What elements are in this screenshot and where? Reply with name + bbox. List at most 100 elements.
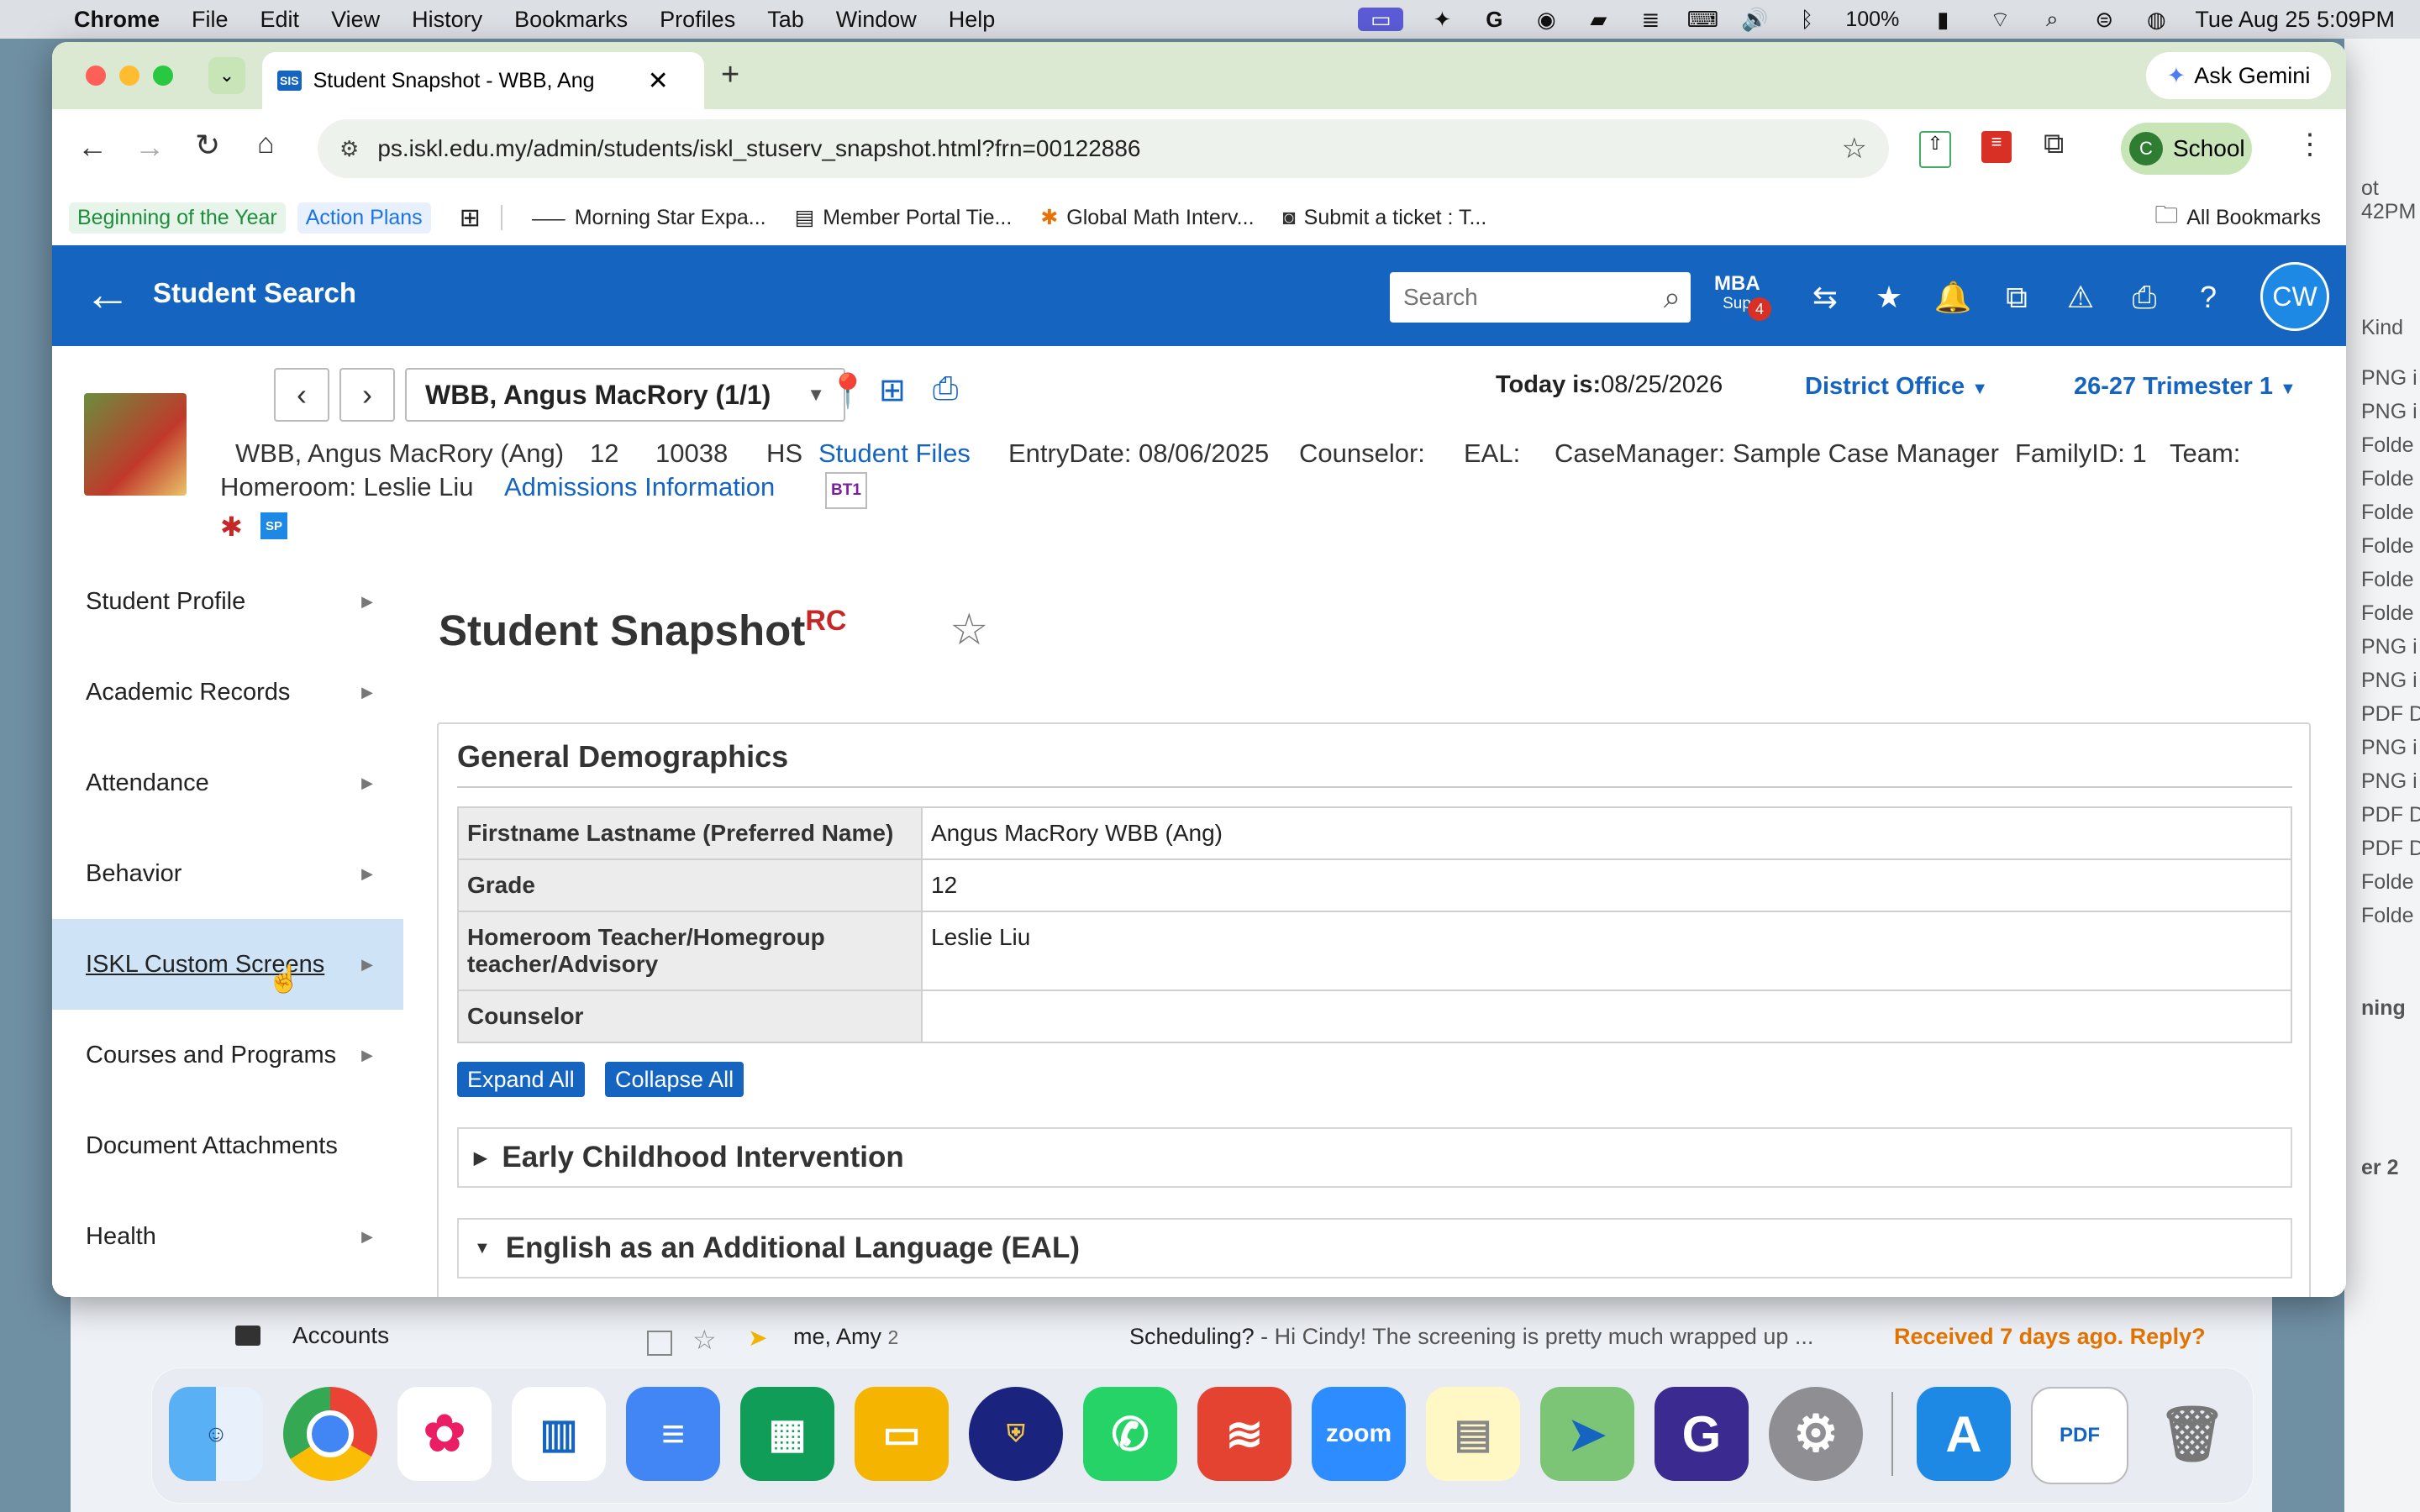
menu-file[interactable]: File <box>192 7 229 33</box>
student-selector[interactable]: WBB, Angus MacRory (1/1) ▼ <box>405 368 845 422</box>
trash-icon[interactable]: 🗑 <box>2145 1387 2239 1481</box>
back-arrow-icon[interactable]: ← <box>77 129 108 165</box>
term-dropdown[interactable]: 26-27 Trimester 1 ▼ <box>2074 373 2296 401</box>
extensions-puzzle-icon[interactable]: ⧉ <box>2044 128 2064 160</box>
mba-support-icon[interactable]: MBA Sup 4 <box>1714 274 1771 321</box>
message-tray-icon[interactable]: ▰ <box>1585 7 1612 32</box>
menu-bookmarks[interactable]: Bookmarks <box>514 7 628 33</box>
section-early-childhood[interactable]: ▶ Early Childhood Intervention <box>457 1127 2292 1188</box>
reload-icon[interactable]: ↻ <box>195 128 220 163</box>
close-window-button[interactable] <box>86 66 106 86</box>
apps-grid-icon[interactable]: ⊞ <box>460 203 481 233</box>
notes-icon[interactable]: ▤ <box>1426 1387 1520 1481</box>
bluetooth-icon[interactable]: ᛒ <box>1793 7 1820 32</box>
all-bookmarks-button[interactable]: 🗀 All Bookmarks <box>2154 197 2321 238</box>
screen-share-icon[interactable]: ▭ <box>1358 7 1404 32</box>
new-tab-plus-icon[interactable]: + <box>721 57 739 93</box>
nav-health[interactable]: Health ▶ <box>52 1191 403 1282</box>
menubar-app-name[interactable]: Chrome <box>74 7 160 33</box>
bookmark-star-icon[interactable]: ☆ <box>1842 132 1867 165</box>
menu-history[interactable]: History <box>412 7 482 33</box>
print-student-icon[interactable]: ⎙ <box>933 371 958 407</box>
extension-todoist-icon[interactable]: ≡ <box>1981 131 2012 163</box>
help-icon[interactable]: ? <box>2190 279 2227 316</box>
add-favorite-star-icon[interactable]: ☆ <box>950 605 989 655</box>
notifications-bell-icon[interactable]: 🔔 <box>1934 279 1972 316</box>
menu-profiles[interactable]: Profiles <box>660 7 735 33</box>
menu-tab[interactable]: Tab <box>767 7 804 33</box>
address-bar[interactable]: ⚙ ps.iskl.edu.my/admin/students/iskl_stu… <box>318 119 1889 178</box>
bookmark-morning-star[interactable]: ⸺ Morning Star Expa... <box>531 202 766 233</box>
nav-iskl-custom-screens[interactable]: ISKL Custom Screens ▶ <box>52 919 403 1010</box>
next-student-button[interactable]: › <box>339 368 395 422</box>
nav-attendance[interactable]: Attendance ▶ <box>52 738 403 828</box>
chrome-icon[interactable] <box>283 1387 377 1481</box>
forward-arrow-icon[interactable]: → <box>134 129 165 165</box>
ask-gemini-button[interactable]: ✦ Ask Gemini <box>2146 52 2331 99</box>
photos-icon[interactable]: ✿ <box>397 1387 492 1481</box>
admissions-link[interactable]: Admissions Information <box>504 472 775 502</box>
switch-arrows-icon[interactable]: ⇆ <box>1807 279 1844 316</box>
mail-from[interactable]: me, Amy <box>793 1324 881 1349</box>
bt-alert-badge[interactable]: BT1 <box>825 472 867 509</box>
student-search-link[interactable]: Student Search <box>153 277 356 309</box>
bookmark-global-math[interactable]: ✱ Global Math Interv... <box>1040 205 1254 230</box>
preview-pdf-icon[interactable]: PDF <box>2031 1387 2128 1484</box>
pinwheel-icon[interactable]: ✦ <box>1428 7 1455 32</box>
minimize-window-button[interactable] <box>119 66 139 86</box>
expand-all-button[interactable]: Expand All <box>457 1062 585 1097</box>
menubar-clock[interactable]: Tue Aug 25 5:09PM <box>2195 7 2395 33</box>
system-settings-icon[interactable]: ⚙ <box>1769 1387 1863 1481</box>
back-arrow-icon[interactable]: ← <box>84 269 131 319</box>
bookmark-action-plans[interactable]: Action Plans <box>297 202 431 234</box>
zoom-tray-icon[interactable]: ◉ <box>1533 7 1560 32</box>
nav-courses-programs[interactable]: Courses and Programs ▶ <box>52 1010 403 1100</box>
siri-icon[interactable]: ◍ <box>2143 7 2170 32</box>
app-store-icon[interactable]: A <box>1917 1387 2011 1481</box>
site-info-icon[interactable]: ⚙ <box>339 136 359 162</box>
url-text[interactable]: ps.iskl.edu.my/admin/students/iskl_stuse… <box>377 135 1140 162</box>
medical-alert-icon[interactable]: ✱ <box>220 511 243 543</box>
battery-icon[interactable]: ▮ <box>1924 7 1961 32</box>
school-crest-icon[interactable]: ⛨ <box>969 1387 1063 1481</box>
keyboard-tray-icon[interactable]: ⌨ <box>1687 7 1719 32</box>
grammarly-icon[interactable]: G <box>1481 7 1507 32</box>
tab-search-chevron-icon[interactable]: ⌄ <box>208 57 245 94</box>
menu-help[interactable]: Help <box>949 7 996 33</box>
chrome-menu-icon[interactable]: ⋮ <box>2296 128 2324 161</box>
zoom-icon[interactable]: zoom <box>1312 1387 1406 1481</box>
alert-warning-icon[interactable]: ⚠ <box>2062 279 2099 316</box>
menu-window[interactable]: Window <box>836 7 917 33</box>
google-docs-icon[interactable]: ≡ <box>626 1387 720 1481</box>
menu-edit[interactable]: Edit <box>260 7 300 33</box>
previous-student-button[interactable]: ‹ <box>274 368 329 422</box>
extension-upload-icon[interactable]: ⇧ <box>1919 131 1951 168</box>
star-icon[interactable]: ☆ <box>692 1324 717 1356</box>
nav-document-attachments[interactable]: Document Attachments <box>52 1100 403 1191</box>
home-icon[interactable]: ⌂ <box>257 128 275 160</box>
external-link-icon[interactable]: ⧉ <box>1998 279 2035 316</box>
location-pin-icon[interactable]: 📍 <box>827 371 869 411</box>
spotlight-icon[interactable]: ⌕ <box>2039 6 2065 31</box>
mail-subject[interactable]: Scheduling? <box>1129 1324 1255 1349</box>
bookmark-submit-ticket[interactable]: ◙ Submit a ticket : T... <box>1283 206 1487 230</box>
profile-button[interactable]: C School <box>2121 123 2252 175</box>
section-eal[interactable]: ▼ English as an Additional Language (EAL… <box>457 1218 2292 1278</box>
grammarly-app-icon[interactable]: G <box>1655 1387 1749 1481</box>
sitemap-icon[interactable]: ⊞ <box>879 371 906 409</box>
collapse-all-button[interactable]: Collapse All <box>605 1062 744 1097</box>
mail-status[interactable]: Received 7 days ago. Reply? <box>1894 1324 2206 1350</box>
district-office-dropdown[interactable]: District Office ▼ <box>1805 373 1988 401</box>
bookmark-member-portal[interactable]: ▤ Member Portal Tie... <box>795 205 1013 230</box>
whatsapp-icon[interactable]: ✆ <box>1083 1387 1177 1481</box>
google-slides-icon[interactable]: ▭ <box>855 1387 949 1481</box>
menu-view[interactable]: View <box>331 7 380 33</box>
keynote-icon[interactable]: ▥ <box>512 1387 606 1481</box>
user-avatar[interactable]: CW <box>2260 262 2329 331</box>
control-center-icon[interactable]: ⊜ <box>2091 7 2118 32</box>
student-files-link[interactable]: Student Files <box>818 438 971 469</box>
todoist-icon[interactable]: ≋ <box>1197 1387 1292 1481</box>
nav-student-profile[interactable]: Student Profile ▶ <box>52 556 403 647</box>
favorites-star-icon[interactable]: ★ <box>1870 279 1907 316</box>
finder-icon[interactable]: ☺ <box>169 1387 263 1481</box>
